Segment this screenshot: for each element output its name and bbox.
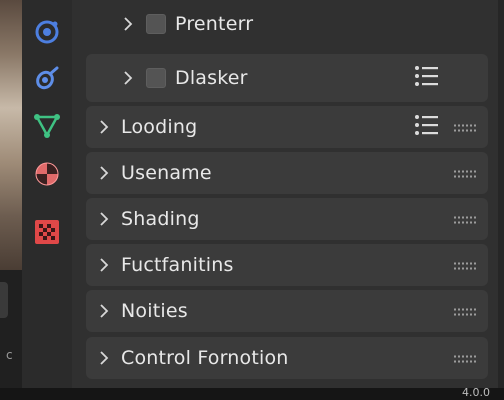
panel-fuctfanitins[interactable]: Fuctfanitins: [86, 244, 488, 286]
panel-shading[interactable]: Shading: [86, 198, 488, 240]
panel-title: Noities: [121, 300, 188, 322]
tab-texture[interactable]: [32, 217, 62, 247]
list-menu-icon[interactable]: [414, 114, 440, 140]
panel-looding[interactable]: Looding: [86, 106, 488, 148]
panel-noities[interactable]: Noities: [86, 290, 488, 332]
status-bar: 4.0.0: [0, 386, 504, 400]
panel-title: Usename: [121, 162, 212, 184]
properties-tab-bar: [22, 0, 73, 400]
tab-physics[interactable]: [32, 17, 62, 47]
drag-handle-icon[interactable]: [454, 256, 476, 275]
chevron-right-icon[interactable]: [122, 70, 134, 86]
subpanel-row-prenterr[interactable]: Prenterr: [86, 2, 488, 46]
panel-title: Shading: [121, 208, 200, 230]
subpanel-label: Prenterr: [175, 13, 254, 35]
drag-handle-icon[interactable]: [454, 349, 476, 368]
physics-icon: [35, 20, 59, 44]
panel-title: Control Fornotion: [121, 347, 289, 369]
enable-checkbox[interactable]: [146, 68, 166, 88]
tab-material[interactable]: [32, 159, 62, 189]
panel-title: Looding: [121, 116, 198, 138]
panel-usename[interactable]: Usename: [86, 152, 488, 194]
list-menu-icon[interactable]: [414, 65, 440, 91]
left-edge-text: c: [6, 348, 13, 362]
scrollbar-track[interactable]: [498, 0, 504, 388]
viewport-edge: [0, 0, 22, 270]
subpanel-row-dlasker[interactable]: Dlasker: [86, 54, 488, 102]
drag-handle-icon[interactable]: [454, 210, 476, 229]
chevron-right-icon[interactable]: [122, 16, 134, 32]
chevron-right-icon[interactable]: [98, 119, 110, 135]
constraints-icon: [36, 66, 59, 90]
tab-constraints[interactable]: [32, 63, 62, 93]
drag-handle-icon[interactable]: [454, 118, 476, 137]
subpanel-label: Dlasker: [175, 67, 248, 89]
texture-icon: [35, 220, 59, 244]
material-icon: [35, 162, 59, 186]
chevron-right-icon[interactable]: [98, 350, 110, 366]
drag-handle-icon[interactable]: [454, 164, 476, 183]
viewport-handle[interactable]: [0, 282, 8, 318]
chevron-right-icon[interactable]: [98, 257, 110, 273]
tab-object-data[interactable]: [32, 110, 62, 140]
version-text: 4.0.0: [462, 386, 490, 399]
chevron-right-icon[interactable]: [98, 211, 110, 227]
enable-checkbox[interactable]: [146, 14, 166, 34]
chevron-right-icon[interactable]: [98, 165, 110, 181]
panel-title: Fuctfanitins: [121, 254, 234, 276]
chevron-right-icon[interactable]: [98, 303, 110, 319]
object-data-icon: [34, 114, 60, 138]
drag-handle-icon[interactable]: [454, 302, 476, 321]
panel-control-fornotion[interactable]: Control Fornotion: [86, 337, 488, 379]
